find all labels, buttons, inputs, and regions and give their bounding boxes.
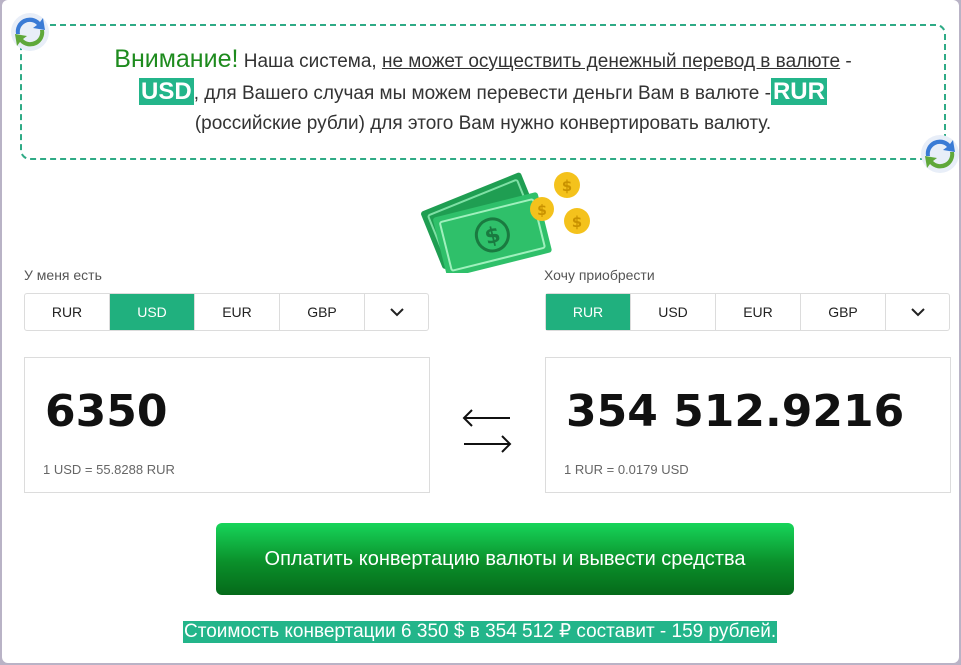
- svg-text:$: $: [572, 213, 582, 231]
- swap-arrows-icon[interactable]: [460, 404, 516, 458]
- notice-box: Внимание! Наша система, не может осущест…: [20, 24, 946, 160]
- want-label: Хочу приобрести: [544, 267, 655, 283]
- have-rate: 1 USD = 55.8288 RUR: [43, 462, 175, 477]
- want-amount-value[interactable]: 354 512.9216: [566, 386, 904, 437]
- have-currency-gbp[interactable]: GBP: [280, 294, 365, 330]
- pay-conversion-button[interactable]: Оплатить конвертацию валюты и вывести ср…: [216, 523, 794, 595]
- have-currency-eur[interactable]: EUR: [195, 294, 280, 330]
- want-rate: 1 RUR = 0.0179 USD: [564, 462, 689, 477]
- want-currency-usd[interactable]: USD: [631, 294, 716, 330]
- notice-currency-to: RUR: [770, 78, 827, 105]
- svg-text:$: $: [537, 203, 547, 219]
- notice-underlined: не может осуществить денежный перевод в …: [381, 51, 841, 72]
- have-amount-value[interactable]: 6350: [45, 386, 167, 437]
- want-currency-rur[interactable]: RUR: [546, 294, 631, 330]
- notice-text-2: -: [840, 51, 852, 72]
- have-label: У меня есть: [24, 267, 102, 283]
- notice-text-1: Наша система,: [238, 51, 382, 72]
- notice-attention: Внимание!: [114, 45, 239, 73]
- want-amount-field[interactable]: 354 512.9216 1 RUR = 0.0179 USD: [545, 357, 951, 493]
- refresh-icon: [921, 135, 959, 173]
- notice-text-4: (российские рубли) для этого Вам нужно к…: [194, 113, 772, 134]
- svg-text:$: $: [562, 177, 572, 195]
- notice-currency-from: USD: [139, 78, 194, 105]
- refresh-icon: [11, 13, 49, 51]
- want-more-currencies-button[interactable]: [886, 294, 949, 330]
- page: Внимание! Наша система, не может осущест…: [2, 0, 959, 663]
- chevron-down-icon: [910, 307, 925, 316]
- chevron-down-icon: [389, 307, 404, 316]
- conversion-fee-text: Стоимость конвертации 6 350 $ в 354 512 …: [183, 621, 778, 643]
- want-currency-gbp[interactable]: GBP: [801, 294, 886, 330]
- have-currency-usd[interactable]: USD: [110, 294, 195, 330]
- want-currency-eur[interactable]: EUR: [716, 294, 801, 330]
- want-currency-selector: RUR USD EUR GBP: [545, 293, 950, 331]
- have-more-currencies-button[interactable]: [365, 294, 428, 330]
- notice-text-3: , для Вашего случая мы можем перевести д…: [193, 83, 771, 104]
- have-currency-selector: RUR USD EUR GBP: [24, 293, 429, 331]
- have-currency-rur[interactable]: RUR: [25, 294, 110, 330]
- have-amount-field[interactable]: 6350 1 USD = 55.8288 RUR: [24, 357, 430, 493]
- money-icon: $ $ $ $: [421, 172, 590, 273]
